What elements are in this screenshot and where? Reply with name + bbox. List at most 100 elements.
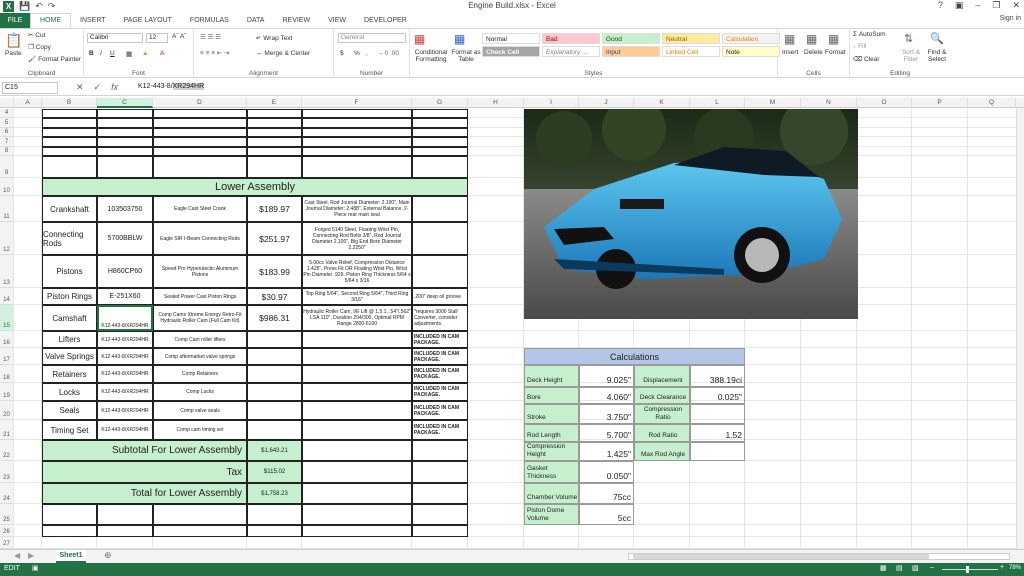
row-header-23[interactable]: 23 xyxy=(0,461,14,483)
grow-font-icon[interactable]: Aˆ Aˇ xyxy=(172,33,186,40)
binoculars-icon[interactable]: 🔍 xyxy=(930,32,944,45)
tab-data[interactable]: DATA xyxy=(238,13,274,28)
part-price[interactable]: $189.97 xyxy=(247,196,302,222)
calc-label[interactable]: Chamber Volume xyxy=(524,483,579,504)
zoom-level[interactable]: 78% xyxy=(1009,565,1021,571)
wrap-text-button[interactable]: ↵ Wrap Text xyxy=(256,34,292,42)
column-header-c[interactable]: C xyxy=(97,98,153,108)
fill-button[interactable]: ↓ Fill xyxy=(853,43,866,50)
empty-cell[interactable] xyxy=(42,118,97,128)
empty-cell[interactable] xyxy=(302,128,412,137)
total-value[interactable]: $1,758.23 xyxy=(247,483,302,504)
format-painter-button[interactable]: 🖌 Format Painter xyxy=(28,55,81,63)
empty-cell[interactable] xyxy=(412,525,468,537)
horizontal-scroll-thumb[interactable] xyxy=(633,554,929,559)
tab-developer[interactable]: DEVELOPER xyxy=(355,13,416,28)
clear-button[interactable]: ⌫ Clear xyxy=(853,55,880,63)
conditional-formatting-icon[interactable]: ▦ xyxy=(414,32,425,46)
zoom-in-icon[interactable]: + xyxy=(1000,564,1004,571)
calc-value[interactable]: 388.19ci xyxy=(690,365,745,387)
row-header-21[interactable]: 21 xyxy=(0,420,14,440)
part-extra-note[interactable] xyxy=(412,196,468,222)
empty-cell[interactable] xyxy=(302,137,412,147)
vertical-scrollbar[interactable] xyxy=(1016,108,1024,549)
style-calculation[interactable]: Calculation xyxy=(722,33,780,44)
column-header-g[interactable]: G xyxy=(412,98,468,108)
tab-formulas[interactable]: FORMULAS xyxy=(181,13,238,28)
zoom-slider-thumb[interactable] xyxy=(966,566,969,573)
row-header-19[interactable]: 19 xyxy=(0,383,14,401)
bold-button[interactable]: B xyxy=(89,50,94,57)
paste-button[interactable]: Paste xyxy=(5,50,22,57)
name-box[interactable]: C15 xyxy=(2,82,58,94)
page-layout-view-icon[interactable]: ▤ xyxy=(896,564,903,572)
row-header-27[interactable]: 27 xyxy=(0,537,14,549)
style-normal[interactable]: Normal xyxy=(482,33,540,44)
empty-cell[interactable] xyxy=(412,483,468,504)
empty-cell[interactable] xyxy=(42,109,97,118)
calc-value[interactable]: 0.050" xyxy=(579,461,634,483)
style-check-cell[interactable]: Check Cell xyxy=(482,46,540,57)
subtotal-label[interactable]: Subtotal For Lower Assembly xyxy=(42,440,247,461)
part-extra-note[interactable]: INCLUDED IN CAM PACKAGE. xyxy=(412,383,468,401)
font-color-icon[interactable]: A xyxy=(160,50,164,57)
help-button[interactable]: ? xyxy=(938,0,943,11)
format-cells-icon[interactable]: ▦ xyxy=(828,32,839,46)
calc-label[interactable]: Gasket Thickness xyxy=(524,461,579,483)
row-header-20[interactable]: 20 xyxy=(0,401,14,420)
empty-cell[interactable] xyxy=(153,525,247,537)
part-price[interactable] xyxy=(247,365,302,383)
empty-cell[interactable] xyxy=(412,461,468,483)
empty-cell[interactable] xyxy=(412,504,468,525)
empty-cell[interactable] xyxy=(97,504,153,525)
calc-value[interactable] xyxy=(690,404,745,424)
empty-cell[interactable] xyxy=(247,504,302,525)
part-extra-note[interactable]: INCLUDED IN CAM PACKAGE. xyxy=(412,365,468,383)
tax-value[interactable]: $115.02 xyxy=(247,461,302,483)
empty-cell[interactable] xyxy=(153,109,247,118)
part-description[interactable]: Comp valve seals xyxy=(153,401,247,420)
calc-value[interactable] xyxy=(690,442,745,461)
part-price[interactable] xyxy=(247,348,302,365)
part-notes[interactable]: 5.00cc Valve Relief, Compression Distanc… xyxy=(302,255,412,288)
tab-home[interactable]: HOME xyxy=(30,13,71,28)
style-neutral[interactable]: Neutral xyxy=(662,33,720,44)
row-header-16[interactable]: 16 xyxy=(0,331,14,348)
empty-cell[interactable] xyxy=(153,137,247,147)
part-description[interactable]: Comp Cam roller lifters xyxy=(153,331,247,348)
empty-cell[interactable] xyxy=(412,156,468,178)
part-description[interactable]: Speed Pro Hyperutectic Aluminum Pistons xyxy=(153,255,247,288)
empty-cell[interactable] xyxy=(247,137,302,147)
row-header-26[interactable]: 26 xyxy=(0,525,14,537)
cancel-icon[interactable]: ✕ xyxy=(76,82,84,93)
empty-cell[interactable] xyxy=(42,156,97,178)
part-name[interactable]: Timing Set xyxy=(42,420,97,440)
row-header-22[interactable]: 22 xyxy=(0,440,14,461)
column-header-f[interactable]: F xyxy=(302,98,412,108)
part-extra-note[interactable] xyxy=(412,255,468,288)
part-number[interactable]: K12-443-8/XR294HR xyxy=(97,420,153,440)
calc-label[interactable]: Piston Dome Volume xyxy=(524,504,579,525)
column-header-b[interactable]: B xyxy=(42,98,97,108)
sign-in-link[interactable]: Sign in xyxy=(1000,15,1021,22)
part-extra-note[interactable]: .200" deep oil groove xyxy=(412,288,468,305)
empty-cell[interactable] xyxy=(412,137,468,147)
column-header-a[interactable]: A xyxy=(14,98,42,108)
empty-cell[interactable] xyxy=(247,525,302,537)
align-left-icon[interactable]: ≡ ≡ ≡ ⇤ ⇥ xyxy=(200,49,230,57)
row-header-25[interactable]: 25 xyxy=(0,504,14,525)
part-price[interactable]: $251.97 xyxy=(247,222,302,255)
delete-cells-button[interactable]: Delete xyxy=(804,49,823,56)
part-number[interactable]: K12-443-8/XR294HR xyxy=(97,383,153,401)
formula-input[interactable]: K12-443-8/XR294HR xyxy=(138,83,205,90)
minimize-button[interactable]: – xyxy=(975,0,980,11)
format-table-icon[interactable]: ▦ xyxy=(454,32,465,46)
paste-icon[interactable]: 📋 xyxy=(5,32,22,49)
tab-review[interactable]: REVIEW xyxy=(273,13,319,28)
column-header-i[interactable]: I xyxy=(524,98,579,108)
empty-cell[interactable] xyxy=(97,147,153,156)
empty-cell[interactable] xyxy=(97,128,153,137)
lower-assembly-title[interactable]: Lower Assembly xyxy=(42,178,468,196)
style-input[interactable]: Input xyxy=(602,46,660,57)
part-notes[interactable] xyxy=(302,420,412,440)
